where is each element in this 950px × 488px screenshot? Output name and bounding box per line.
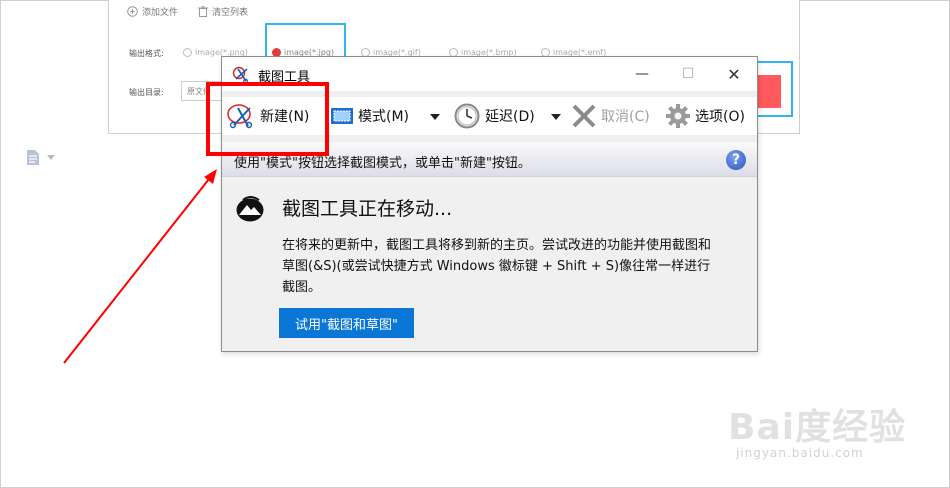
output-format-label: 输出格式:	[129, 49, 164, 58]
options-button[interactable]: 选项(O)	[665, 103, 745, 129]
red-swatch	[756, 75, 781, 108]
clear-list-label: 清空列表	[212, 8, 249, 18]
delay-button[interactable]: 延迟(D)	[453, 103, 535, 129]
mode-dropdown-icon[interactable]	[430, 114, 440, 120]
moving-title: 截图工具正在移动...	[282, 198, 453, 220]
add-file-label: 添加文件	[142, 8, 179, 18]
clear-list-button[interactable]: 清空列表	[198, 5, 248, 18]
watermark: Bai度经验 jingyan.baidu.com	[728, 398, 928, 468]
cancel-label: 取消(C)	[601, 109, 650, 125]
screen: 添加文件 清空列表 输出格式: image(*.png) image(*.jpg…	[0, 0, 950, 488]
highlight-box	[206, 82, 329, 156]
moving-notice: 截图工具正在移动... 在将来的更新中，截图工具将移到新的主页。尝试改进的功能并…	[222, 178, 757, 351]
delay-dropdown-icon[interactable]	[551, 114, 561, 120]
document-icon	[27, 150, 39, 165]
watermark-url: jingyan.baidu.com	[736, 446, 864, 460]
clock-icon	[454, 103, 480, 129]
mode-icon	[331, 108, 353, 124]
cancel-x-icon	[572, 104, 596, 128]
moving-description: 在将来的更新中，截图工具将移到新的主页。尝试改进的功能并使用截图和草图(&S)(…	[282, 238, 712, 295]
try-snip-sketch-button[interactable]: 试用"截图和草图"	[279, 308, 414, 338]
close-button[interactable]: ✕	[711, 57, 757, 91]
add-file-button[interactable]: 添加文件	[127, 5, 178, 18]
mode-button[interactable]: 模式(M)	[330, 103, 409, 129]
watermark-brand: Bai度经验	[728, 407, 907, 448]
trash-icon	[198, 6, 209, 17]
radio-icon	[183, 48, 192, 57]
cancel-button[interactable]: 取消(C)	[571, 103, 650, 129]
gear-icon	[666, 104, 690, 128]
help-icon[interactable]: ?	[726, 150, 746, 170]
add-icon	[127, 6, 138, 17]
delay-label: 延迟(D)	[485, 109, 535, 125]
output-dir-label: 输出目录:	[129, 88, 164, 97]
maximize-button[interactable]: ☐	[665, 57, 711, 91]
background-toolbar: 添加文件 清空列表	[127, 5, 248, 18]
minimize-button[interactable]: —	[619, 57, 665, 91]
chevron-down-icon[interactable]	[47, 155, 55, 161]
snip-sketch-icon	[236, 196, 264, 222]
mode-label: 模式(M)	[358, 109, 410, 125]
options-label: 选项(O)	[695, 109, 745, 125]
